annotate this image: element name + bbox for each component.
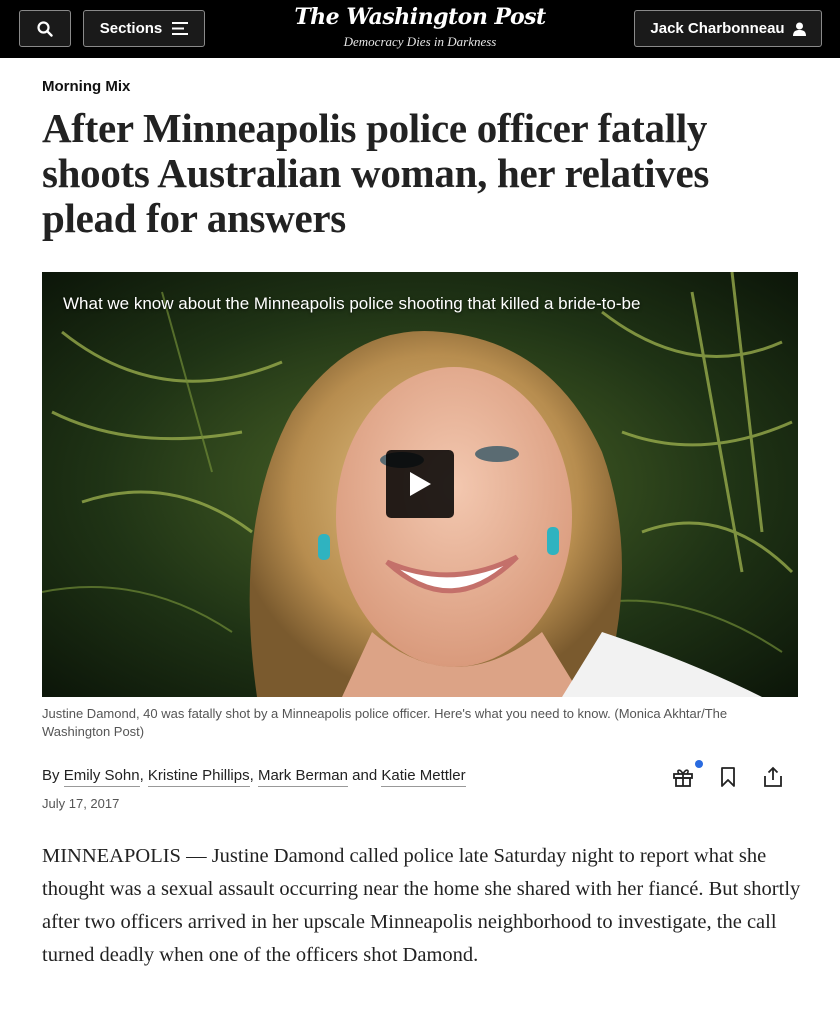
gift-article-button[interactable] [668,760,703,792]
account-button[interactable]: Jack Charbonneau [634,10,822,47]
section-kicker[interactable]: Morning Mix [42,78,130,95]
byline-separator: , [249,767,254,784]
search-button[interactable] [19,10,71,47]
sections-menu-button[interactable]: Sections [83,10,205,47]
share-icon [764,766,782,787]
author-link[interactable]: Katie Mettler [381,767,466,787]
user-icon [792,22,806,36]
notification-dot [695,760,703,768]
user-name: Jack Charbonneau [650,20,785,37]
article-body-paragraph: MINNEAPOLIS — Justine Damond called poli… [42,845,801,966]
masthead[interactable]: The Washington Post Democracy Dies in Da… [270,2,570,51]
byline-prefix: By [42,767,60,784]
author-link[interactable]: Kristine Phillips [147,767,250,787]
video-player[interactable]: What we know about the Minneapolis polic… [42,272,798,697]
video-title[interactable]: What we know about the Minneapolis polic… [63,294,640,314]
image-caption: Justine Damond, 40 was fatally shot by a… [42,706,728,739]
article-headline: After Minneapolis police officer fatally… [42,105,710,241]
play-button[interactable] [386,450,454,518]
search-icon [37,20,53,37]
author-link[interactable]: Mark Berman [257,767,348,787]
byline: By Emily Sohn, Kristine Phillips, Mark B… [42,767,466,787]
byline-separator: , [139,767,144,784]
menu-icon [172,22,189,35]
play-icon [410,472,431,496]
publish-date: July 17, 2017 [42,796,120,811]
article-actions [668,760,788,792]
sections-label: Sections [99,20,163,37]
byline-and: and [352,767,378,784]
gift-icon [673,769,693,787]
top-navigation-bar: Sections The Washington Post Democracy D… [0,0,840,58]
site-tagline: Democracy Dies in Darkness [343,34,497,49]
site-logo[interactable]: The Washington Post [270,2,570,32]
share-article-button[interactable] [758,762,788,792]
save-article-button[interactable] [713,762,743,792]
bookmark-icon [721,767,735,787]
author-link[interactable]: Emily Sohn [63,767,140,787]
